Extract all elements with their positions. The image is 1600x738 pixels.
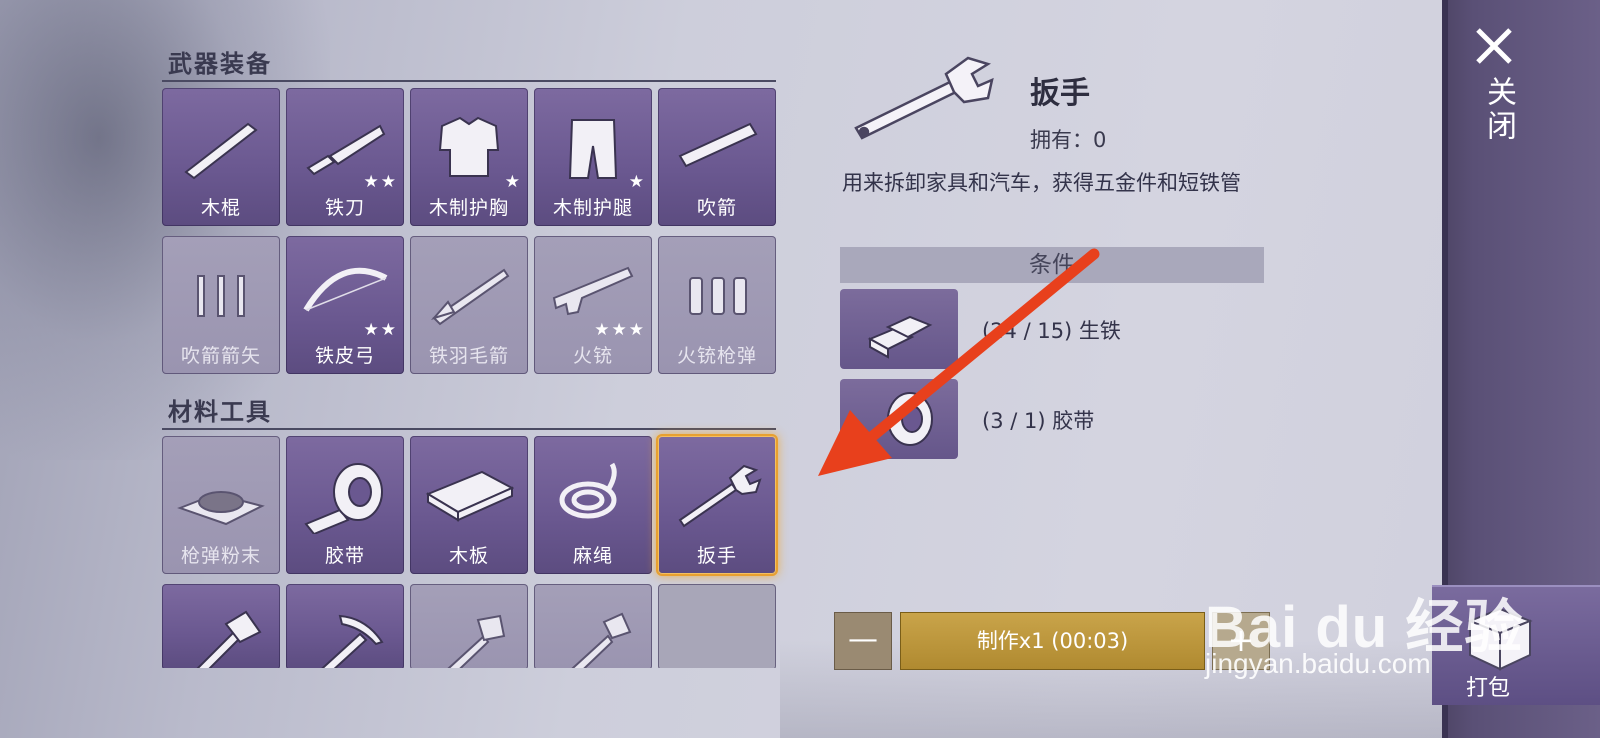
requirement-text: (24 / 15) 生铁 [982,319,1121,343]
feather-arrow-icon [430,268,510,326]
materials-grid: 枪弹粉末 胶带 木板 麻绳 扳手 [162,436,776,574]
craft-button[interactable]: 制作x1 (00:03) [900,612,1205,670]
item-slot-axe[interactable] [162,584,280,668]
pack-label: 打包 [1466,676,1511,701]
item-slot-pickaxe[interactable] [286,584,404,668]
item-label: 麻绳 [572,545,613,567]
requirement-slot-pig-iron[interactable] [840,289,958,369]
tape-icon [887,392,933,446]
rarity-stars: ★★ [363,172,398,192]
axe-icon [196,610,262,668]
wrench-icon [854,56,994,140]
item-label: 铁刀 [324,197,365,219]
item-description: 用来拆卸家具和汽车，获得五金件和短铁管 [842,171,1241,195]
item-slot-iron-bow[interactable]: ★★ 铁皮弓 [286,236,404,374]
pickaxe-icon [321,614,384,668]
item-slot-stone-hammer[interactable] [410,584,528,668]
pig-iron-icon [867,315,933,359]
requirement-slot-tape[interactable] [840,379,958,459]
rope-icon [559,462,617,519]
plank-icon [425,470,514,522]
blowgun-icon [678,122,758,168]
rarity-stars: ★ [504,172,522,192]
item-slot-blowgun-darts[interactable]: 吹箭箭矢 [162,236,280,374]
decrease-quantity-button[interactable]: — [834,612,892,670]
item-slot-wooden-chestplate[interactable]: ★ 木制护胸 [410,88,528,226]
conditions-header: 条件 [840,247,1264,283]
item-label: 火铳枪弹 [676,345,757,367]
item-slot-wooden-stick[interactable]: 木棍 [162,88,280,226]
item-label: 扳手 [696,545,737,567]
stone-hammer-icon [447,614,506,668]
blowgun-darts-icon [197,275,245,317]
tools-grid-partial [162,584,782,668]
stone-axe-icon [571,612,632,668]
rarity-stars: ★★ [363,320,398,340]
item-label: 火铳 [572,345,613,367]
item-label: 木板 [448,545,489,567]
wooden-leggings-icon [568,119,618,179]
owned-count: 拥有：0 [1030,128,1107,152]
item-slot-wrench[interactable]: 扳手 [658,436,776,574]
musket-bullets-icon [689,277,747,315]
item-slot-stone-axe[interactable] [534,584,652,668]
section-divider [162,428,776,430]
item-label: 吹箭箭矢 [180,345,261,367]
item-slot-blowgun[interactable]: 吹箭 [658,88,776,226]
item-name: 扳手 [1030,76,1090,111]
item-slot-plank[interactable]: 木板 [410,436,528,574]
item-slot-gunpowder[interactable]: 枪弹粉末 [162,436,280,574]
wooden-chestplate-icon [438,116,500,177]
item-label: 枪弹粉末 [180,545,261,567]
item-slot-rope[interactable]: 麻绳 [534,436,652,574]
wooden-stick-icon [184,122,258,180]
item-label: 铁皮弓 [314,345,375,367]
section-title-weapons: 武器装备 [168,50,272,78]
rarity-stars: ★ [628,172,646,192]
item-slot-wooden-leggings[interactable]: ★ 木制护腿 [534,88,652,226]
item-slot-musket[interactable]: ★★★ 火铳 [534,236,652,374]
item-label: 吹箭 [696,197,737,219]
item-slot-musket-bullets[interactable]: 火铳枪弹 [658,236,776,374]
rarity-stars: ★★★ [594,320,646,340]
close-icon[interactable] [1470,22,1518,70]
watermark-url: jingyan.baidu.com [1205,648,1431,679]
item-label: 胶带 [324,545,365,567]
item-slot-iron-knife[interactable]: ★★ 铁刀 [286,88,404,226]
weapons-grid: 木棍 ★★ 铁刀 ★ 木制护胸 ★ 木制护腿 吹箭 吹箭箭矢 ★★ 铁皮弓 铁羽… [162,88,776,374]
item-label: 木制护胸 [428,197,509,219]
item-label: 木棍 [200,197,241,219]
requirement-text: (3 / 1) 胶带 [982,409,1095,433]
wrench-icon [678,464,762,528]
item-slot-empty [658,584,776,668]
gunpowder-icon [177,491,265,526]
section-title-materials: 材料工具 [168,398,272,426]
item-label: 木制护腿 [552,197,633,219]
close-label[interactable]: 关闭 [1476,76,1520,144]
item-slot-feather-arrow[interactable]: 铁羽毛箭 [410,236,528,374]
section-divider [162,80,776,82]
item-slot-tape[interactable]: 胶带 [286,436,404,574]
tape-icon [304,463,383,534]
item-label: 铁羽毛箭 [428,345,509,367]
